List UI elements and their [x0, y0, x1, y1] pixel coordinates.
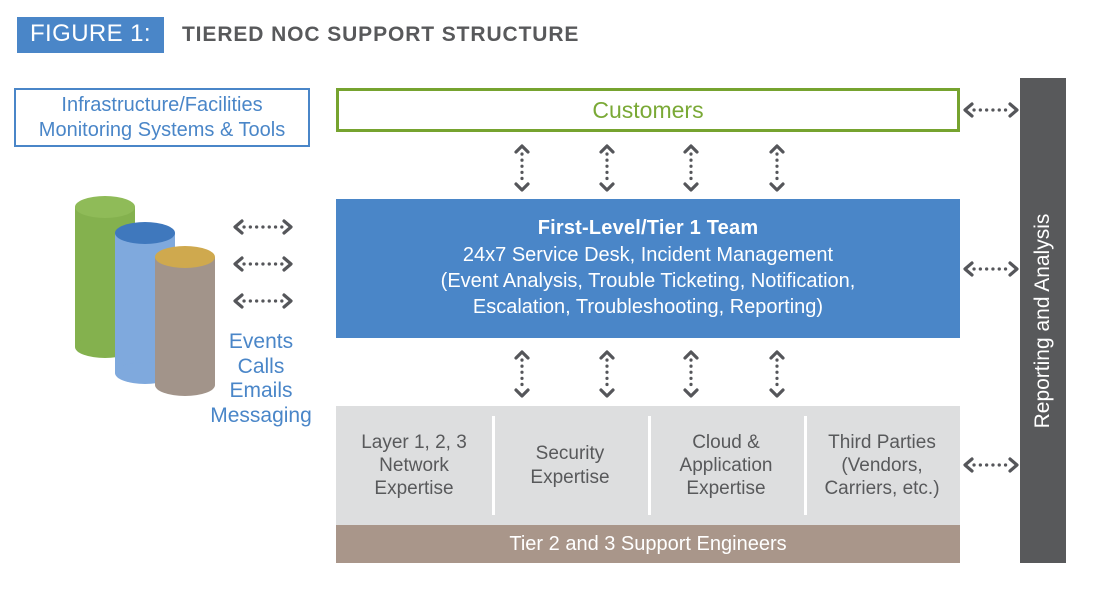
- tier23-support-engineers-bar: Tier 2 and 3 Support Engineers: [336, 525, 960, 563]
- infrastructure-line-1: Infrastructure/Facilities: [61, 94, 263, 117]
- flow-arrow-customers-tier1-4: [768, 144, 786, 192]
- figure-number-badge: FIGURE 1:: [17, 17, 164, 53]
- tier1-title: First-Level/Tier 1 Team: [537, 217, 759, 239]
- reporting-and-analysis-bar: Reporting and Analysis: [1020, 78, 1066, 563]
- expertise-third-line-1: Third Parties: [828, 431, 936, 453]
- expertise-network-line-3: Expertise: [374, 478, 454, 500]
- expertise-column-security: Security Expertise: [492, 406, 648, 525]
- connector-customers-to-reporting-icon: [962, 101, 1024, 119]
- flow-arrow-tier1-expertise-2: [598, 350, 616, 398]
- connector-emails-icon: [232, 292, 294, 310]
- tier1-line-3: Escalation, Troubleshooting, Reporting): [472, 296, 824, 318]
- customers-label: Customers: [592, 96, 704, 123]
- connector-events-icon: [232, 218, 294, 236]
- infrastructure-monitoring-box: Infrastructure/Facilities Monitoring Sys…: [14, 88, 310, 147]
- input-label-emails: Emails: [229, 379, 293, 403]
- input-label-messaging: Messaging: [210, 403, 312, 427]
- infrastructure-line-2: Monitoring Systems & Tools: [38, 118, 286, 141]
- data-sources-cylinders: [75, 196, 215, 396]
- figure-header: FIGURE 1: TIERED NOC SUPPORT STRUCTURE: [17, 16, 579, 54]
- flow-arrow-tier1-expertise-4: [768, 350, 786, 398]
- flow-arrow-customers-tier1-3: [682, 144, 700, 192]
- tier1-team-box: First-Level/Tier 1 Team 24x7 Service Des…: [336, 199, 960, 338]
- input-label-calls: Calls: [237, 354, 285, 378]
- connector-tier1-to-reporting-icon: [962, 260, 1024, 278]
- expertise-security-line-2: Expertise: [530, 466, 610, 488]
- expertise-third-line-2: (Vendors,: [841, 454, 923, 476]
- customers-box: Customers: [336, 88, 960, 132]
- infrastructure-box-text: Infrastructure/Facilities Monitoring Sys…: [39, 93, 285, 142]
- expertise-column-network: Layer 1, 2, 3 Network Expertise: [336, 406, 492, 525]
- input-channel-labels: Events Calls Emails Messaging: [196, 330, 326, 428]
- input-label-events: Events: [228, 330, 294, 353]
- expertise-cloud-line-2: Application: [679, 454, 773, 476]
- tier1-line-1: 24x7 Service Desk, Incident Management: [462, 244, 834, 266]
- expertise-security-line-1: Security: [535, 443, 605, 465]
- tier1-description: 24x7 Service Desk, Incident Management (…: [441, 242, 856, 320]
- tier23-label: Tier 2 and 3 Support Engineers: [509, 532, 787, 555]
- tier1-line-2: (Event Analysis, Trouble Ticketing, Noti…: [440, 270, 856, 292]
- tier23-expertise-box: Layer 1, 2, 3 Network Expertise Security…: [336, 406, 960, 525]
- page-title: TIERED NOC SUPPORT STRUCTURE: [181, 23, 580, 46]
- expertise-column-third-parties: Third Parties (Vendors, Carriers, etc.): [804, 406, 960, 525]
- reporting-and-analysis-label: Reporting and Analysis: [1031, 213, 1054, 428]
- expertise-cloud-line-3: Expertise: [686, 478, 766, 500]
- expertise-cloud-line-1: Cloud &: [692, 431, 760, 453]
- connector-expertise-to-reporting-icon: [962, 456, 1024, 474]
- flow-arrow-tier1-expertise-1: [513, 350, 531, 398]
- flow-arrow-tier1-expertise-3: [682, 350, 700, 398]
- expertise-network-line-2: Network: [379, 454, 449, 476]
- expertise-third-line-3: Carriers, etc.): [824, 478, 940, 500]
- expertise-network-line-1: Layer 1, 2, 3: [361, 431, 467, 453]
- expertise-column-cloud-application: Cloud & Application Expertise: [648, 406, 804, 525]
- connector-calls-icon: [232, 255, 294, 273]
- flow-arrow-customers-tier1-2: [598, 144, 616, 192]
- figure-canvas: FIGURE 1: TIERED NOC SUPPORT STRUCTURE I…: [0, 0, 1094, 600]
- flow-arrow-customers-tier1-1: [513, 144, 531, 192]
